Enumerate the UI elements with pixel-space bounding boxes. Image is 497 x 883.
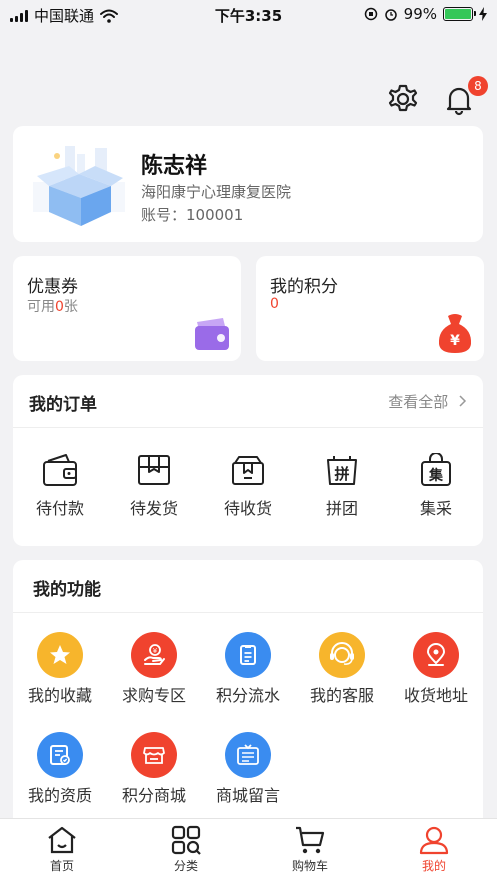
order-pending-payment[interactable]: 待付款	[13, 453, 107, 519]
box-icon	[138, 455, 170, 485]
profile-card[interactable]: 陈志祥 海阳康宁心理康复医院 账号：100001	[13, 126, 483, 242]
orientation-lock-icon	[364, 7, 377, 21]
battery-percent: 99%	[403, 5, 437, 23]
svg-text:¥: ¥	[450, 333, 460, 349]
profile-organization: 海阳康宁心理康复医院	[141, 183, 292, 201]
points-value: 0	[270, 296, 279, 312]
function-label: 商城留言	[215, 786, 280, 805]
order-label: 待收货	[223, 499, 272, 518]
cart-icon	[296, 826, 325, 854]
function-label: 我的资质	[27, 786, 92, 805]
function-customer-service[interactable]: 我的客服	[295, 632, 389, 706]
tab-label: 首页	[49, 859, 74, 873]
points-card[interactable]: 我的积分 0 ¥	[256, 256, 484, 361]
functions-title: 我的功能	[33, 580, 101, 600]
tab-profile[interactable]: 我的	[394, 825, 474, 874]
coupon-prefix: 可用	[27, 299, 55, 315]
function-points-mall[interactable]: 积分商城	[107, 732, 201, 806]
group-buy-icon: 拼	[327, 456, 357, 485]
chevron-right-icon	[459, 395, 467, 407]
purchase-icon: ¥	[131, 632, 177, 678]
tab-category[interactable]: 分类	[146, 825, 226, 874]
bag-icon: 集	[421, 452, 451, 486]
functions-divider	[13, 612, 483, 613]
wallet-icon	[43, 454, 77, 486]
money-bag-icon: ¥	[438, 314, 472, 353]
function-label: 积分流水	[215, 686, 280, 705]
star-icon	[37, 632, 83, 678]
order-label: 待发货	[129, 499, 178, 518]
charging-icon	[479, 7, 487, 21]
order-bulk-purchase[interactable]: 集 集采	[389, 452, 483, 519]
category-icon	[171, 825, 201, 855]
certificate-icon	[37, 732, 83, 778]
profile-account: 账号：100001	[141, 206, 244, 224]
points-title: 我的积分	[270, 277, 338, 297]
alarm-icon	[384, 9, 397, 21]
profile-name: 陈志祥	[141, 154, 208, 179]
order-label: 拼团	[325, 499, 358, 518]
function-points-history[interactable]: 积分流水	[201, 632, 295, 706]
function-favorites[interactable]: 我的收藏	[13, 632, 107, 706]
order-pending-receipt[interactable]: 待收货	[201, 453, 295, 519]
tab-label: 分类	[173, 859, 198, 873]
settings-button[interactable]	[386, 82, 420, 116]
coupon-availability: 可用0张	[27, 296, 78, 316]
view-all-label: 查看全部	[388, 393, 449, 411]
tab-label: 购物车	[291, 859, 328, 873]
location-icon	[413, 632, 459, 678]
orders-divider	[13, 427, 483, 428]
store-icon	[131, 732, 177, 778]
tab-home[interactable]: 首页	[22, 825, 102, 874]
tab-label: 我的	[421, 859, 446, 873]
bottom-tab-bar: 首页 分类 购物车 我的	[0, 818, 497, 883]
function-label: 求购专区	[121, 686, 186, 705]
order-label: 待付款	[35, 499, 84, 518]
coupon-card[interactable]: 优惠券 可用0张	[13, 256, 241, 361]
profile-icon	[419, 826, 449, 855]
avatar	[33, 146, 125, 226]
gear-icon	[388, 84, 418, 112]
orders-title: 我的订单	[29, 395, 97, 415]
orders-section: 我的订单 查看全部 待付款 待发货 待收货 拼 拼团 集 集采	[13, 375, 483, 546]
function-label: 积分商城	[121, 786, 186, 805]
notification-badge: 8	[468, 76, 488, 96]
function-purchase-zone[interactable]: ¥ 求购专区	[107, 632, 201, 706]
home-icon	[48, 826, 76, 854]
function-shipping-address[interactable]: 收货地址	[389, 632, 483, 706]
ticket-icon	[195, 318, 229, 350]
coupon-suffix: 张	[63, 299, 78, 315]
order-pending-shipment[interactable]: 待发货	[107, 453, 201, 519]
svg-text:¥: ¥	[153, 647, 158, 655]
message-board-icon	[225, 732, 271, 778]
status-bar: 中国联通 下午3:35 99%	[0, 0, 497, 28]
order-group-buy[interactable]: 拼 拼团	[295, 453, 389, 519]
function-label: 我的客服	[309, 686, 374, 705]
functions-section: 我的功能 我的收藏 ¥ 求购专区 积分流水 我的客服 收货地址 我的资质 积分商…	[13, 560, 483, 830]
function-label: 收货地址	[403, 686, 468, 705]
list-icon	[225, 632, 271, 678]
tab-cart[interactable]: 购物车	[270, 825, 350, 874]
function-qualification[interactable]: 我的资质	[13, 732, 107, 806]
coupon-count: 0	[55, 299, 64, 315]
svg-text:拼: 拼	[334, 465, 349, 483]
view-all-orders-link[interactable]: 查看全部	[388, 391, 467, 412]
battery-icon	[443, 7, 476, 21]
function-mall-messages[interactable]: 商城留言	[201, 732, 295, 806]
package-icon	[232, 456, 264, 485]
order-label: 集采	[419, 499, 452, 518]
headset-icon	[319, 632, 365, 678]
coupon-title: 优惠券	[27, 277, 78, 297]
function-label: 我的收藏	[27, 686, 92, 705]
svg-text:集: 集	[428, 467, 444, 484]
